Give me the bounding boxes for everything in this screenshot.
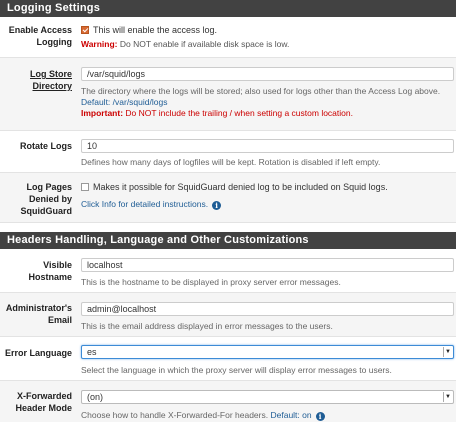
logging-settings-heading: Logging Settings [0,0,456,17]
visible-hostname-label: Visible Hostname [28,260,72,282]
visible-hostname-row: Visible Hostname localhost This is the h… [0,249,456,293]
administrator-email-help: This is the email address displayed in e… [81,321,333,331]
visible-hostname-input[interactable]: localhost [81,258,454,272]
enable-access-logging-label: Enable Access Logging [8,25,72,47]
info-circle-icon[interactable]: i [315,412,325,421]
rotate-logs-label: Rotate Logs [19,141,72,151]
log-store-directory-help: The directory where the logs will be sto… [81,86,441,96]
error-language-value: es [87,347,97,357]
rotate-logs-row: Rotate Logs 10 Defines how many days of … [0,131,456,173]
chevron-down-icon[interactable]: ▼ [443,347,452,357]
access-log-warning: Warning: Do NOT enable if available disk… [81,39,454,50]
enable-access-logging-checkbox[interactable] [81,26,89,34]
log-pages-denied-info: Click Info for detailed instructions. i [81,199,454,210]
log-store-directory-label[interactable]: Log Store Directory [0,68,72,92]
log-store-directory-row: Log Store Directory /var/squid/logs The … [0,58,456,131]
enable-access-logging-row: Enable Access Logging This will enable t… [0,17,456,58]
log-pages-denied-label: Log Pages Denied by SquidGuard [20,182,73,216]
rotate-logs-help: Defines how many days of logfiles will b… [81,157,381,167]
enable-access-logging-option[interactable]: This will enable the access log. [81,25,454,36]
x-forwarded-help-text: Choose how to handle X-Forwarded-For hea… [81,410,269,420]
administrator-email-label: Administrator's Email [5,303,72,325]
x-forwarded-header-mode-value: (on) [87,392,104,402]
warning-text: Do NOT enable if available disk space is… [119,39,290,49]
visible-hostname-help: This is the hostname to be displayed in … [81,277,341,287]
x-forwarded-header-mode-label: X-Forwarded Header Mode [15,391,72,413]
log-pages-denied-row: Log Pages Denied by SquidGuard Makes it … [0,173,456,223]
log-store-directory-input[interactable]: /var/squid/logs [81,67,454,81]
x-forwarded-header-mode-help: Choose how to handle X-Forwarded-For hea… [81,410,454,421]
error-language-help: Select the language in which the proxy s… [81,365,392,375]
important-text: Do NOT include the trailing / when setti… [125,108,353,118]
error-language-row: Error Language es ▼ Select the language … [0,337,456,381]
warning-label: Warning: [81,39,118,49]
log-pages-denied-checkbox[interactable] [81,183,89,191]
enable-access-logging-text: This will enable the access log. [93,25,218,35]
error-language-select[interactable]: es ▼ [81,345,454,359]
x-forwarded-header-mode-select[interactable]: (on) ▼ [81,390,454,404]
click-info-text: Click Info for detailed instructions. [81,199,209,209]
x-forwarded-default: Default: on [270,410,312,420]
log-store-important: Important: Do NOT include the trailing /… [81,108,454,119]
administrator-email-input[interactable]: admin@localhost [81,302,454,316]
x-forwarded-header-mode-row: X-Forwarded Header Mode (on) ▼ Choose ho… [0,381,456,422]
info-circle-icon[interactable]: i [212,201,222,210]
error-language-label: Error Language [4,348,72,358]
rotate-logs-input[interactable]: 10 [81,139,454,153]
headers-section-heading: Headers Handling, Language and Other Cus… [0,232,456,249]
log-store-directory-default: Default: /var/squid/logs [81,97,168,107]
important-label: Important: [81,108,124,118]
log-pages-denied-text: Makes it possible for SquidGuard denied … [93,182,388,192]
administrator-email-row: Administrator's Email admin@localhost Th… [0,293,456,337]
log-pages-denied-option[interactable]: Makes it possible for SquidGuard denied … [81,182,454,193]
chevron-down-icon[interactable]: ▼ [443,392,452,402]
